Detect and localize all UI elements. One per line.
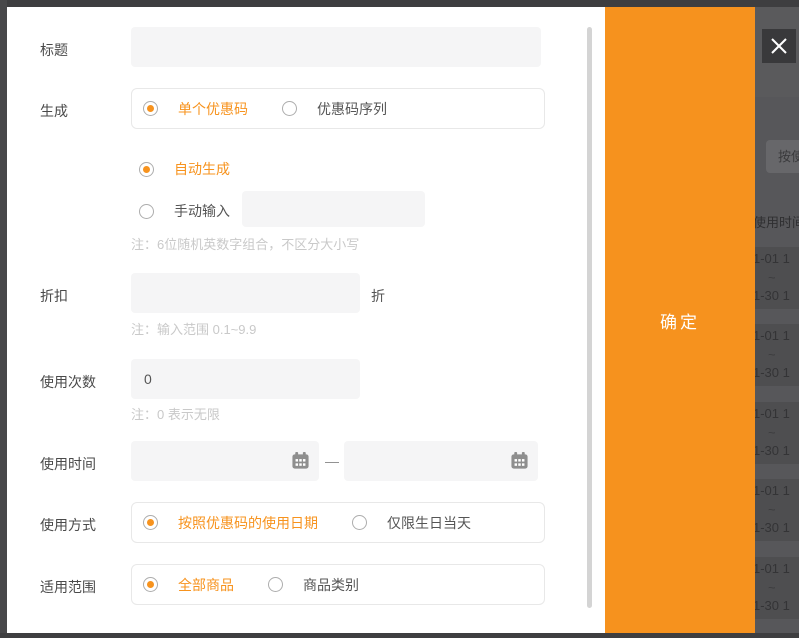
table-row: 1-01 1 ~ 1-30 1 (755, 324, 799, 386)
table-row: 1-01 1 ~ 1-30 1 (755, 479, 799, 541)
row-separator: ~ (768, 579, 799, 598)
row-separator: ~ (768, 346, 799, 365)
coupon-form-modal: 标题 生成 单个优惠码 优惠码序列 自动生成 手动输入 (7, 7, 605, 633)
table-row: 1-01 1 ~ 1-30 1 (755, 402, 799, 464)
calendar-icon (291, 451, 310, 470)
radio-label: 按照优惠码的使用日期 (178, 513, 318, 533)
date-start-input[interactable] (131, 441, 319, 481)
scope-group: 全部商品 商品类别 (131, 564, 545, 605)
coupon-dialog-screen: 按使 使用时间 1-01 1 ~ 1-30 1 1-01 1 ~ 1-30 1 … (0, 0, 799, 638)
radio-label: 优惠码序列 (317, 99, 387, 119)
row-start-date: 1-01 1 (755, 250, 799, 269)
manual-code-input[interactable] (242, 191, 425, 227)
radio-label: 商品类别 (303, 575, 359, 595)
radio-label: 全部商品 (178, 575, 234, 595)
usage-count-label: 使用次数 (40, 372, 96, 392)
row-start-date: 1-01 1 (755, 482, 799, 501)
row-end-date: 1-30 1 (755, 519, 799, 538)
overlay-edge-bottom (0, 633, 799, 638)
discount-suffix: 折 (371, 286, 385, 306)
date-range-separator: — (320, 441, 344, 481)
row-separator: ~ (768, 501, 799, 520)
background-column-header: 使用时间 (755, 212, 799, 231)
radio-icon (143, 577, 158, 592)
generate-note: 注：6位随机英数字组合，不区分大小写 (131, 234, 359, 253)
radio-all-products[interactable]: 全部商品 (143, 575, 234, 595)
usage-count-input[interactable] (131, 359, 360, 399)
row-separator: ~ (768, 269, 799, 288)
row-end-date: 1-30 1 (755, 287, 799, 306)
radio-icon (143, 515, 158, 530)
radio-manual-input[interactable]: 手动输入 (139, 201, 230, 221)
row-separator: ~ (768, 424, 799, 443)
modal-scrollbar[interactable] (587, 27, 592, 608)
radio-by-coupon-date[interactable]: 按照优惠码的使用日期 (143, 513, 318, 533)
radio-icon (268, 577, 283, 592)
radio-label: 仅限生日当天 (387, 513, 471, 533)
background-filter-button: 按使 (766, 140, 799, 173)
row-start-date: 1-01 1 (755, 327, 799, 346)
date-end-input[interactable] (344, 441, 538, 481)
confirm-button[interactable]: 确定 (605, 7, 755, 633)
radio-label: 单个优惠码 (178, 99, 248, 119)
discount-note: 注：输入范围 0.1~9.9 (131, 319, 256, 338)
generate-label: 生成 (40, 101, 68, 121)
discount-input[interactable] (131, 273, 360, 313)
scope-label: 适用范围 (40, 577, 96, 597)
radio-icon (139, 162, 154, 177)
row-start-date: 1-01 1 (755, 560, 799, 579)
generate-mode-auto-row: 自动生成 (139, 159, 230, 179)
radio-icon (352, 515, 367, 530)
overlay-edge-left (0, 0, 7, 638)
close-icon (769, 36, 789, 56)
title-label: 标题 (40, 40, 68, 60)
radio-coupon-series[interactable]: 优惠码序列 (282, 99, 387, 119)
row-start-date: 1-01 1 (755, 405, 799, 424)
close-button[interactable] (762, 29, 796, 63)
background-page: 按使 使用时间 1-01 1 ~ 1-30 1 1-01 1 ~ 1-30 1 … (755, 7, 799, 633)
radio-label: 手动输入 (174, 201, 230, 221)
generate-mode-manual-row: 手动输入 (139, 201, 230, 221)
usage-time-label: 使用时间 (40, 454, 96, 474)
radio-single-coupon[interactable]: 单个优惠码 (143, 99, 248, 119)
radio-product-category[interactable]: 商品类别 (268, 575, 359, 595)
radio-icon (139, 204, 154, 219)
row-end-date: 1-30 1 (755, 442, 799, 461)
row-end-date: 1-30 1 (755, 364, 799, 383)
usage-method-label: 使用方式 (40, 515, 96, 535)
overlay-edge-top (0, 0, 799, 7)
radio-birthday-only[interactable]: 仅限生日当天 (352, 513, 471, 533)
title-input[interactable] (131, 27, 541, 67)
radio-icon (282, 101, 297, 116)
radio-auto-generate[interactable]: 自动生成 (139, 159, 230, 179)
radio-label: 自动生成 (174, 159, 230, 179)
usage-method-group: 按照优惠码的使用日期 仅限生日当天 (131, 502, 545, 543)
calendar-icon (510, 451, 529, 470)
table-row: 1-01 1 ~ 1-30 1 (755, 247, 799, 309)
generate-type-group: 单个优惠码 优惠码序列 (131, 88, 545, 129)
discount-label: 折扣 (40, 286, 68, 306)
row-end-date: 1-30 1 (755, 597, 799, 616)
radio-icon (143, 101, 158, 116)
usage-count-note: 注：0 表示无限 (131, 404, 220, 423)
table-row: 1-01 1 ~ 1-30 1 (755, 557, 799, 619)
